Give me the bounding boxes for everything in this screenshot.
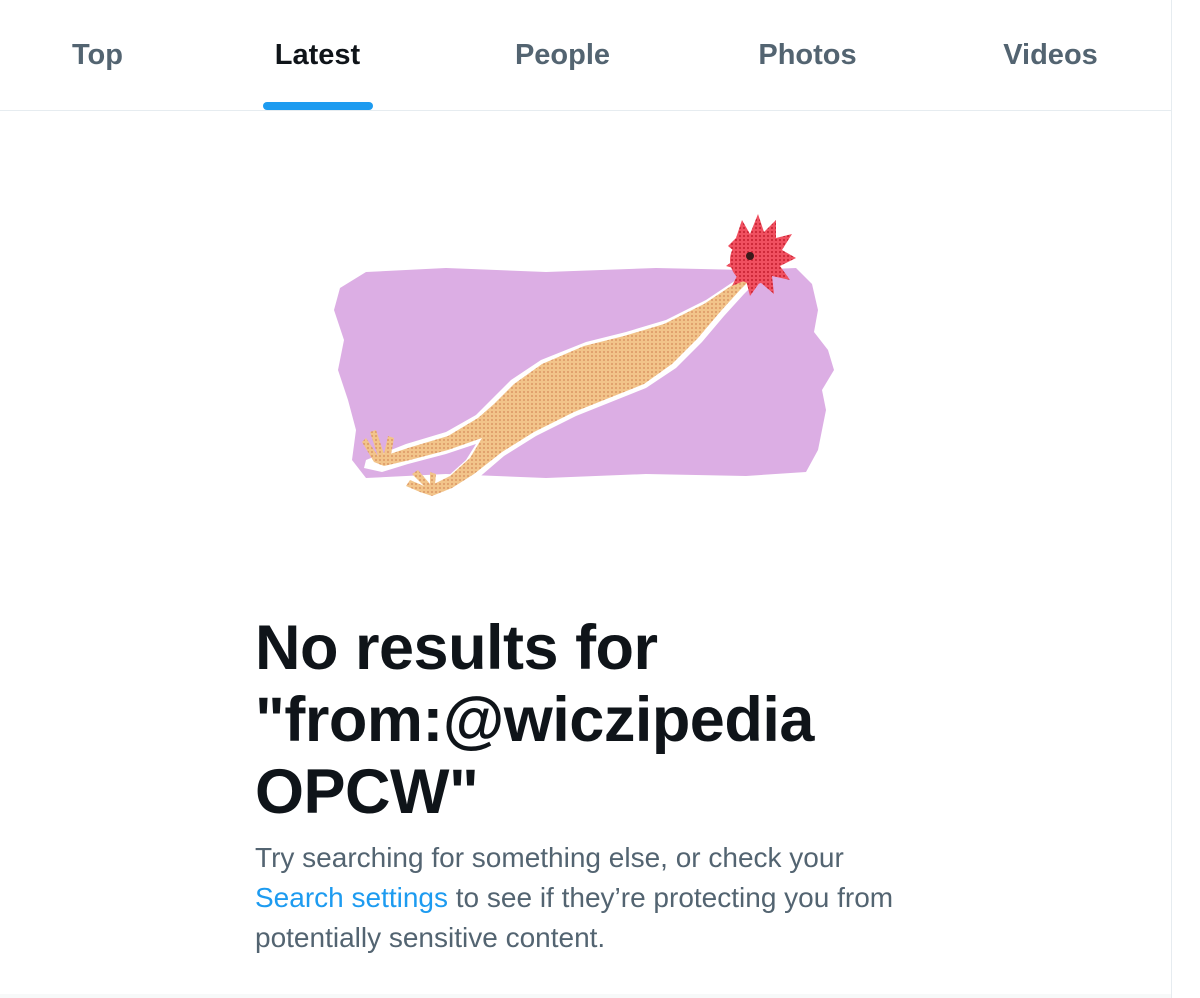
search-settings-link[interactable]: Search settings bbox=[255, 882, 448, 913]
active-tab-indicator bbox=[262, 102, 373, 110]
no-results-message: Try searching for something else, or che… bbox=[255, 838, 895, 958]
search-results-page: Top Latest People Photos Videos No resul… bbox=[0, 0, 1200, 998]
column-divider bbox=[1171, 0, 1172, 998]
headline-line-3: OPCW" bbox=[255, 757, 479, 827]
tab-people[interactable]: People bbox=[440, 0, 685, 110]
no-results-headline: No results for "from:@wiczipedia OPCW" bbox=[255, 612, 955, 828]
tab-latest[interactable]: Latest bbox=[195, 0, 440, 110]
tab-top[interactable]: Top bbox=[0, 0, 195, 110]
search-tabs: Top Latest People Photos Videos bbox=[0, 0, 1171, 111]
tab-top-label: Top bbox=[72, 38, 123, 71]
headline-line-2: "from:@wiczipedia bbox=[255, 685, 814, 755]
tab-photos-label: Photos bbox=[758, 38, 857, 71]
tab-latest-label: Latest bbox=[274, 38, 361, 71]
tab-videos[interactable]: Videos bbox=[930, 0, 1171, 110]
bottom-divider bbox=[0, 994, 1171, 998]
tab-people-label: People bbox=[514, 38, 611, 71]
rubber-chicken-icon bbox=[326, 210, 841, 535]
message-before-link: Try searching for something else, or che… bbox=[255, 842, 844, 873]
tab-photos[interactable]: Photos bbox=[685, 0, 930, 110]
headline-line-1: No results for bbox=[255, 613, 658, 683]
tab-videos-label: Videos bbox=[1003, 38, 1098, 71]
